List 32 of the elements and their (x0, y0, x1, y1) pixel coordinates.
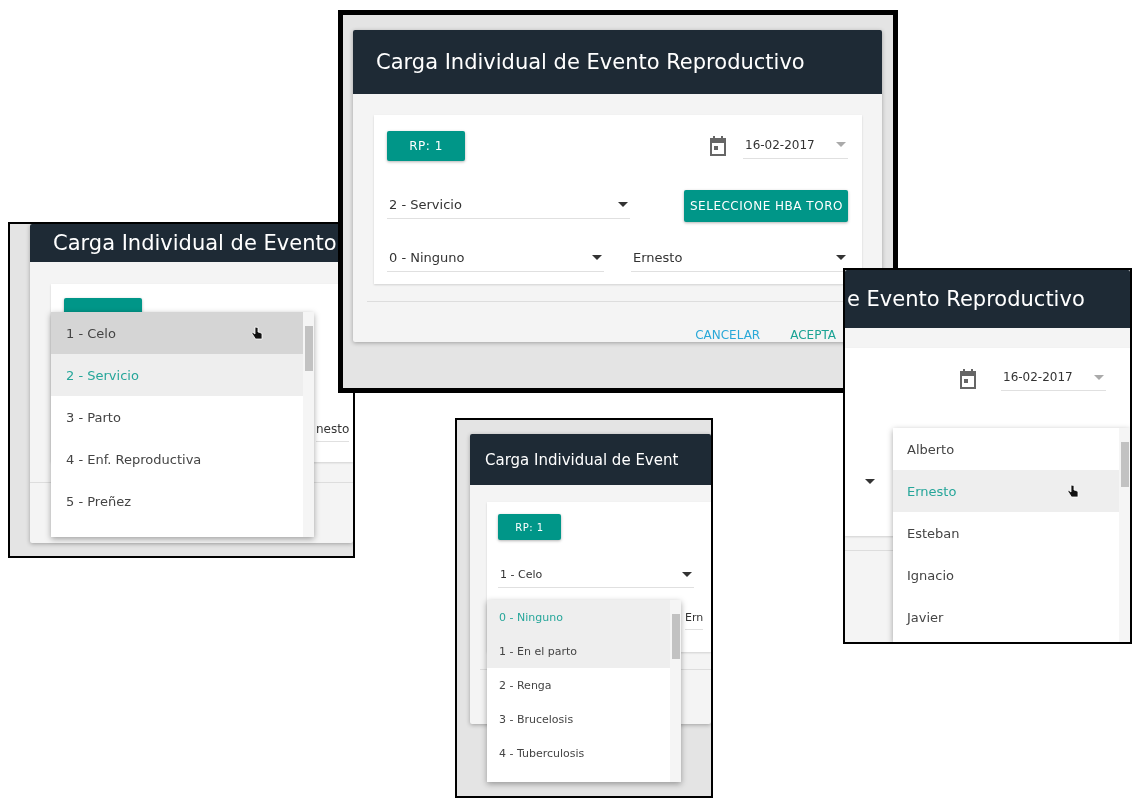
date-field[interactable]: 16-02-2017 (743, 133, 848, 159)
event-select[interactable]: 2 - Servicio (387, 193, 630, 219)
hand-cursor-icon (251, 326, 263, 340)
dialog-title: e Evento Reproductivo (847, 287, 1085, 311)
caret-icon (618, 202, 628, 207)
date-field[interactable]: 16-02-2017 (1001, 366, 1106, 391)
rp-button[interactable]: RP: 1 (387, 131, 465, 161)
calendar-icon (959, 368, 977, 389)
caret-icon (836, 255, 846, 260)
event-select[interactable]: 1 - Celo (498, 564, 694, 588)
select-value: nesto (316, 422, 350, 442)
scrollbar[interactable] (303, 312, 314, 537)
caret-icon (836, 142, 846, 147)
scrollbar[interactable] (670, 600, 681, 782)
hand-cursor-icon (1067, 484, 1079, 498)
select-value: Ern (685, 611, 704, 630)
dialog-title: Carga Individual de Evento (53, 231, 337, 255)
disease-select[interactable]: 0 - Ninguno (387, 246, 604, 272)
scrollbar[interactable] (1119, 428, 1130, 642)
caret-icon (592, 255, 602, 260)
caret-icon (865, 479, 875, 484)
caret-icon (1094, 374, 1104, 380)
select-bull-button[interactable]: SELECCIONE HBA TORO (684, 190, 848, 222)
menu-item[interactable]: 1 - Celo (51, 312, 303, 354)
operator-select[interactable]: Ernesto (631, 246, 848, 272)
rp-button[interactable]: RP: 1 (498, 514, 561, 540)
menu-item[interactable]: Alberto (893, 428, 1119, 470)
caret-icon (682, 572, 692, 577)
menu-item[interactable]: 1 - En el parto (487, 634, 670, 668)
calendar-icon (709, 136, 727, 156)
dialog-title: Carga Individual de Event (485, 450, 679, 469)
dialog-title: Carga Individual de Evento Reproductivo (376, 50, 805, 74)
